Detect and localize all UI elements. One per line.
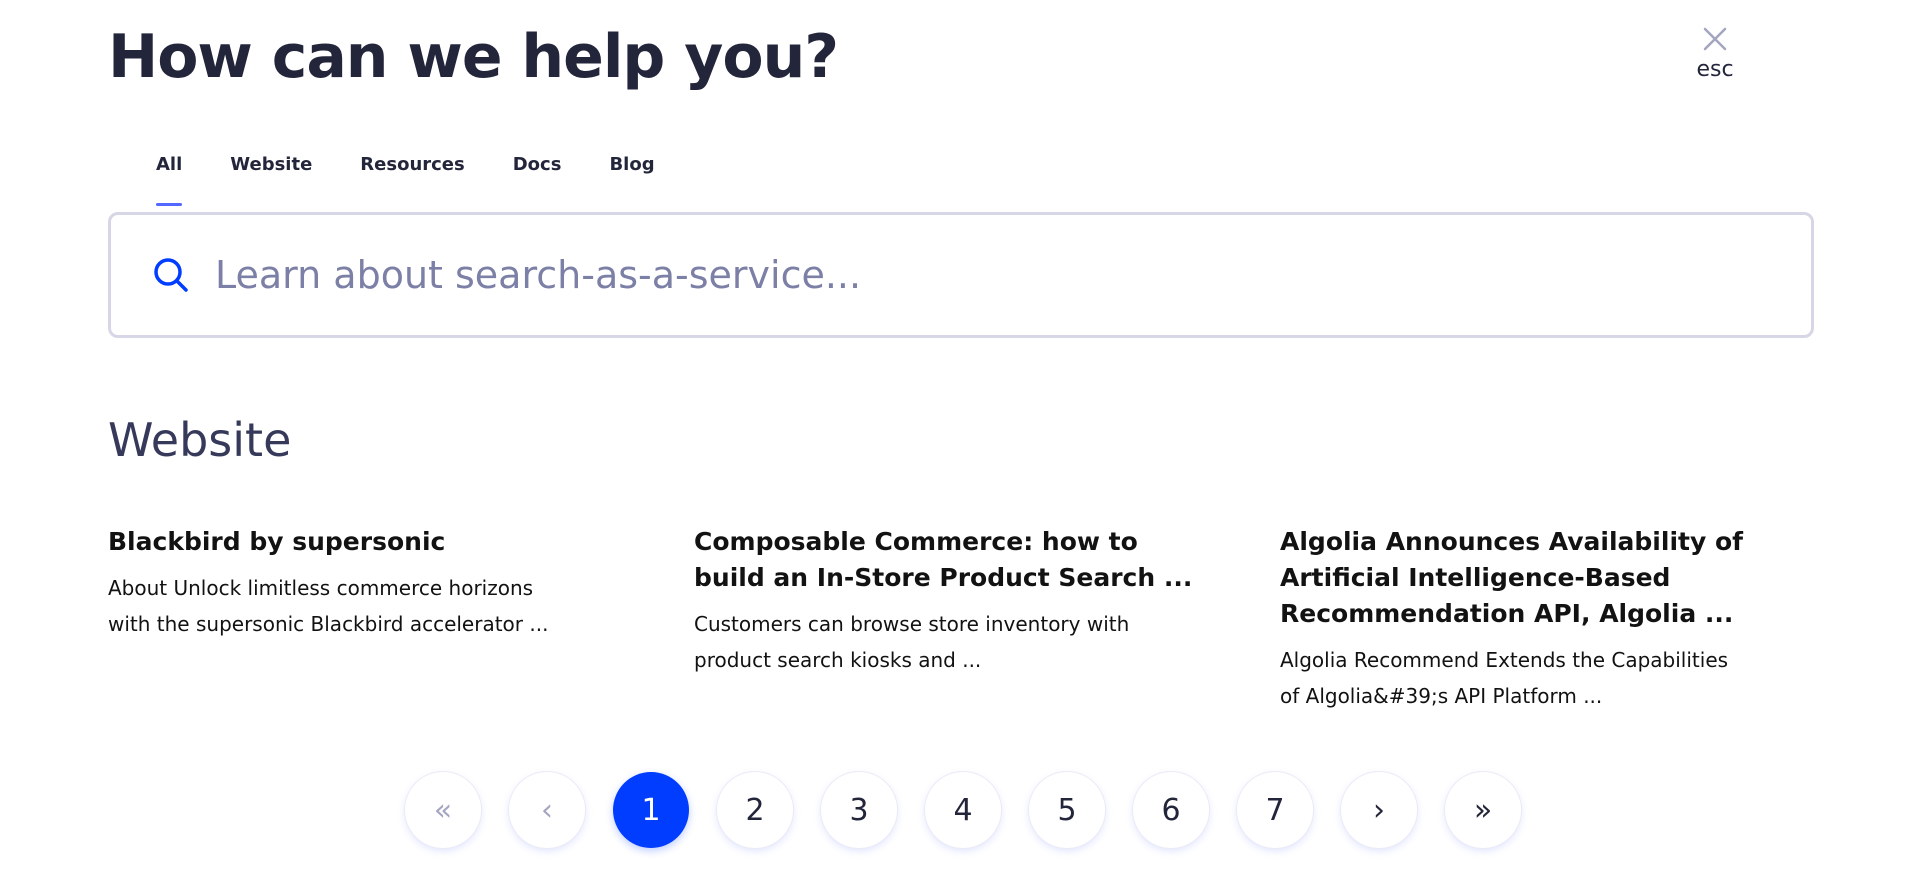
tab-website[interactable]: Website <box>230 148 312 212</box>
close-icon <box>1703 27 1727 51</box>
page-button-4[interactable]: 4 <box>925 772 1001 848</box>
result-description: About Unlock limitless commerce horizons… <box>108 576 549 636</box>
page-button-1[interactable]: 1 <box>613 772 689 848</box>
search-icon <box>154 258 188 292</box>
page-title: How can we help you? <box>108 22 839 92</box>
tab-docs[interactable]: Docs <box>513 148 562 212</box>
result-title[interactable]: Blackbird by supersonic <box>108 524 628 560</box>
search-modal: How can we help you? esc All Website Res… <box>0 0 1920 878</box>
pagination: « ‹ 1 2 3 4 5 6 7 › » <box>405 772 1549 848</box>
page-button-2[interactable]: 2 <box>717 772 793 848</box>
result-card[interactable]: Composable Commerce: how to build an In-… <box>694 524 1214 678</box>
esc-label: esc <box>1696 57 1734 82</box>
tab-all[interactable]: All <box>156 148 183 212</box>
result-description: Customers can browse store inventory wit… <box>694 612 1130 672</box>
previous-page-button[interactable]: ‹ <box>509 772 585 848</box>
result-title[interactable]: Algolia Announces Availability of Artifi… <box>1280 524 1820 632</box>
page-button-5[interactable]: 5 <box>1029 772 1105 848</box>
first-page-button[interactable]: « <box>405 772 481 848</box>
page-button-7[interactable]: 7 <box>1237 772 1313 848</box>
close-button[interactable]: esc <box>1680 26 1750 96</box>
result-title[interactable]: Composable Commerce: how to build an In-… <box>694 524 1214 596</box>
search-input[interactable] <box>213 244 1717 306</box>
next-page-button[interactable]: › <box>1341 772 1417 848</box>
section-title: Website <box>108 413 292 467</box>
tab-blog[interactable]: Blog <box>609 148 654 212</box>
result-card[interactable]: Blackbird by supersonic About Unlock lim… <box>108 524 628 642</box>
result-card[interactable]: Algolia Announces Availability of Artifi… <box>1280 524 1820 714</box>
page-button-6[interactable]: 6 <box>1133 772 1209 848</box>
search-box[interactable] <box>108 212 1814 338</box>
result-description: Algolia Recommend Extends the Capabiliti… <box>1280 648 1729 708</box>
tab-resources[interactable]: Resources <box>360 148 464 212</box>
page-button-3[interactable]: 3 <box>821 772 897 848</box>
category-tabs: All Website Resources Docs Blog <box>156 148 703 212</box>
last-page-button[interactable]: » <box>1445 772 1521 848</box>
